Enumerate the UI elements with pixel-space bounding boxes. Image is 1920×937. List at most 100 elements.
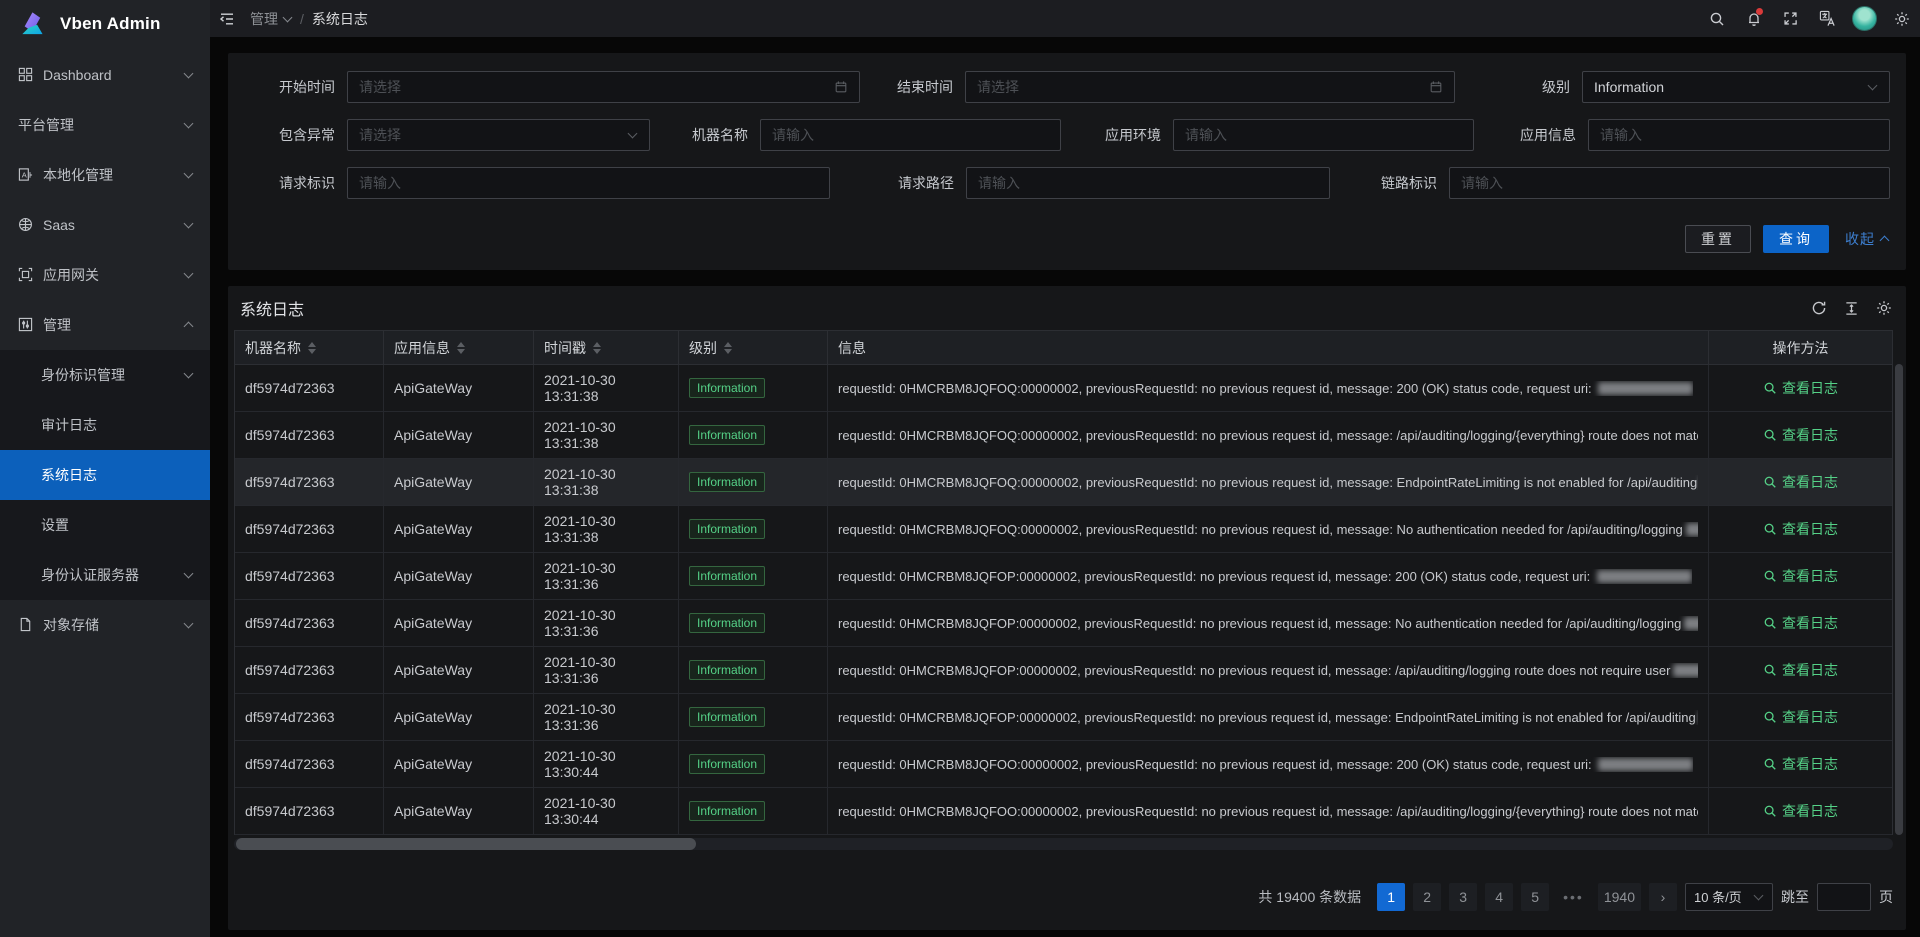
chevron-down-icon bbox=[184, 270, 194, 280]
page-button-1[interactable]: 1 bbox=[1377, 883, 1405, 911]
sort-icon[interactable] bbox=[308, 342, 316, 354]
magnifier-icon bbox=[1763, 569, 1777, 583]
calendar-icon bbox=[834, 80, 848, 94]
sidebar-item-system-log[interactable]: 系统日志 bbox=[0, 450, 210, 500]
user-avatar[interactable] bbox=[1846, 0, 1883, 37]
sidebar-item-label: 设置 bbox=[41, 515, 69, 535]
column-settings-icon[interactable] bbox=[1876, 300, 1892, 316]
view-log-link[interactable]: 查看日志 bbox=[1763, 754, 1838, 774]
page-button-2[interactable]: 2 bbox=[1413, 883, 1441, 911]
sidebar-item-gateway[interactable]: 应用网关 bbox=[0, 250, 210, 300]
cell-app-info: ApiGateWay bbox=[384, 506, 534, 552]
end-time-input[interactable]: 请选择 bbox=[965, 71, 1455, 103]
sidebar-item-object-storage[interactable]: 对象存储 bbox=[0, 600, 210, 650]
cell-actions: 查看日志 bbox=[1709, 788, 1892, 834]
redacted-blur bbox=[1598, 382, 1693, 395]
view-log-link[interactable]: 查看日志 bbox=[1763, 519, 1838, 539]
view-log-link[interactable]: 查看日志 bbox=[1763, 613, 1838, 633]
vertical-scrollbar[interactable] bbox=[1895, 364, 1903, 835]
sidebar-item-dashboard[interactable]: Dashboard bbox=[0, 50, 210, 100]
app-logo[interactable]: Vben Admin bbox=[0, 0, 210, 48]
table-toolbar bbox=[1811, 300, 1892, 316]
page-button-4[interactable]: 4 bbox=[1485, 883, 1513, 911]
cell-message: requestId: 0HMCRBM8JQFOO:00000002, previ… bbox=[828, 741, 1709, 787]
menu-fold-icon[interactable] bbox=[210, 0, 244, 37]
collapse-filter-link[interactable]: 收起 bbox=[1845, 229, 1890, 249]
view-log-link[interactable]: 查看日志 bbox=[1763, 425, 1838, 445]
notification-bell-icon[interactable] bbox=[1735, 0, 1772, 37]
cell-message: requestId: 0HMCRBM8JQFOP:00000002, previ… bbox=[828, 553, 1709, 599]
chevron-down-icon bbox=[184, 220, 194, 230]
cell-timestamp: 2021-10-30 13:31:36 bbox=[534, 553, 679, 599]
reset-button[interactable]: 重置 bbox=[1685, 225, 1751, 253]
column-header-machine[interactable]: 机器名称 bbox=[235, 331, 384, 364]
cell-timestamp: 2021-10-30 13:30:44 bbox=[534, 741, 679, 787]
sidebar-item-identity[interactable]: 身份标识管理 bbox=[0, 350, 210, 400]
chevron-down-icon bbox=[184, 120, 194, 130]
translate-icon[interactable] bbox=[1809, 0, 1846, 37]
cell-app-info: ApiGateWay bbox=[384, 412, 534, 458]
cell-message: requestId: 0HMCRBM8JQFOP:00000002, previ… bbox=[828, 694, 1709, 740]
column-header-level[interactable]: 级别 bbox=[679, 331, 828, 364]
sort-icon[interactable] bbox=[593, 342, 601, 354]
cell-actions: 查看日志 bbox=[1709, 412, 1892, 458]
sidebar-item-saas[interactable]: Saas bbox=[0, 200, 210, 250]
page-size-select[interactable]: 10 条/页 bbox=[1685, 883, 1773, 911]
request-path-input[interactable]: 请输入 bbox=[966, 167, 1330, 199]
machine-name-input[interactable]: 请输入 bbox=[760, 119, 1061, 151]
view-log-link[interactable]: 查看日志 bbox=[1763, 566, 1838, 586]
storage-icon bbox=[18, 617, 34, 633]
page-button-3[interactable]: 3 bbox=[1449, 883, 1477, 911]
svg-text:A: A bbox=[22, 170, 27, 179]
breadcrumb-parent[interactable]: 管理 bbox=[250, 9, 292, 29]
sort-icon[interactable] bbox=[457, 342, 465, 354]
search-icon[interactable] bbox=[1698, 0, 1735, 37]
app-env-input[interactable]: 请输入 bbox=[1173, 119, 1474, 151]
view-log-link[interactable]: 查看日志 bbox=[1763, 801, 1838, 821]
sidebar-item-auth-server[interactable]: 身份认证服务器 bbox=[0, 550, 210, 600]
has-exception-select[interactable]: 请选择 bbox=[347, 119, 650, 151]
log-table: 机器名称 应用信息 时间戳 级别 信息 bbox=[234, 330, 1893, 835]
jump-page-input[interactable] bbox=[1817, 883, 1871, 911]
sidebar-item-localization[interactable]: A 本地化管理 bbox=[0, 150, 210, 200]
settings-gear-icon[interactable] bbox=[1883, 0, 1920, 37]
sidebar-item-label: 本地化管理 bbox=[43, 165, 113, 185]
page-button-5[interactable]: 5 bbox=[1521, 883, 1549, 911]
view-log-link[interactable]: 查看日志 bbox=[1763, 378, 1838, 398]
chevron-down-icon bbox=[184, 620, 194, 630]
sidebar-item-manage[interactable]: 管理 bbox=[0, 300, 210, 350]
fullscreen-icon[interactable] bbox=[1772, 0, 1809, 37]
cell-timestamp: 2021-10-30 13:31:38 bbox=[534, 506, 679, 552]
total-count-label: 共 19400 条数据 bbox=[1258, 887, 1361, 907]
cell-timestamp: 2021-10-30 13:30:44 bbox=[534, 788, 679, 834]
trace-id-input[interactable]: 请输入 bbox=[1449, 167, 1890, 199]
end-time-label: 结束时间 bbox=[890, 77, 965, 97]
sidebar-item-audit-log[interactable]: 审计日志 bbox=[0, 400, 210, 450]
sidebar-item-settings[interactable]: 设置 bbox=[0, 500, 210, 550]
row-height-icon[interactable] bbox=[1844, 301, 1859, 316]
app-info-input[interactable]: 请输入 bbox=[1588, 119, 1890, 151]
level-select[interactable]: Information bbox=[1582, 71, 1890, 103]
sidebar-item-platform[interactable]: 平台管理 bbox=[0, 100, 210, 150]
page-button-1940[interactable]: 1940 bbox=[1598, 883, 1641, 911]
magnifier-icon bbox=[1763, 475, 1777, 489]
search-button[interactable]: 查询 bbox=[1763, 225, 1829, 253]
next-page-button[interactable]: › bbox=[1649, 883, 1677, 911]
sidebar-item-label: 对象存储 bbox=[43, 615, 99, 635]
cell-actions: 查看日志 bbox=[1709, 694, 1892, 740]
cell-timestamp: 2021-10-30 13:31:36 bbox=[534, 600, 679, 646]
cell-actions: 查看日志 bbox=[1709, 365, 1892, 411]
cell-timestamp: 2021-10-30 13:31:38 bbox=[534, 459, 679, 505]
cell-level: Information bbox=[679, 506, 828, 552]
view-log-link[interactable]: 查看日志 bbox=[1763, 472, 1838, 492]
sort-icon[interactable] bbox=[724, 342, 732, 354]
refresh-icon[interactable] bbox=[1811, 300, 1827, 316]
column-header-timestamp[interactable]: 时间戳 bbox=[534, 331, 679, 364]
view-log-link[interactable]: 查看日志 bbox=[1763, 707, 1838, 727]
view-log-link[interactable]: 查看日志 bbox=[1763, 660, 1838, 680]
column-header-app[interactable]: 应用信息 bbox=[384, 331, 534, 364]
start-time-input[interactable]: 请选择 bbox=[347, 71, 860, 103]
horizontal-scrollbar-thumb[interactable] bbox=[236, 838, 696, 850]
request-id-input[interactable]: 请输入 bbox=[347, 167, 830, 199]
chevron-down-icon bbox=[184, 70, 194, 80]
